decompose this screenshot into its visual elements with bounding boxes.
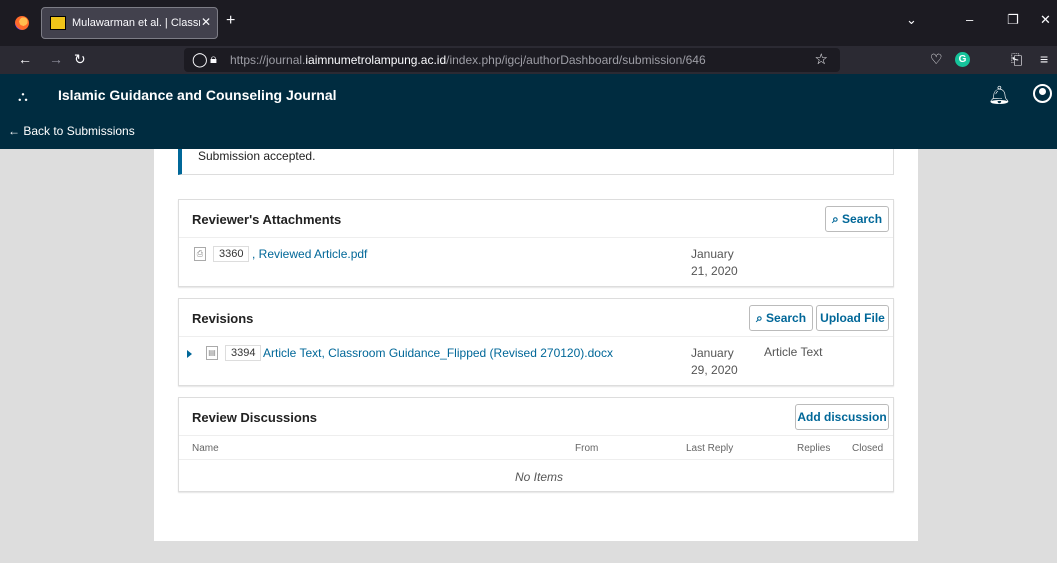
col-from: From (575, 443, 599, 454)
back-arrow-icon[interactable]: ← (18, 51, 32, 67)
expand-row-icon[interactable] (187, 350, 192, 358)
empty-message: No Items (515, 470, 564, 484)
file-link[interactable]: Article Text, Classroom Guidance_Flipped… (263, 346, 613, 360)
sitemap-icon[interactable]: ⛬ (18, 88, 28, 105)
tab-favicon-icon (50, 16, 66, 30)
file-id: 3360 (213, 246, 250, 262)
app-header: ⛬ Islamic Guidance and Counseling Journa… (0, 74, 1057, 149)
submission-status-notice: Submission accepted. (178, 149, 894, 175)
pocket-icon[interactable]: ♡ (930, 51, 943, 68)
tab-close-icon[interactable]: ✕ (201, 15, 211, 29)
col-closed: Closed (852, 443, 884, 454)
grid-title: Review Discussions (192, 410, 317, 425)
browser-tab[interactable]: Mulawarman et al. | Classroom ✕ (41, 7, 218, 39)
bookmark-star-icon[interactable]: ☆ (815, 50, 828, 68)
minimize-icon[interactable]: – (966, 12, 973, 27)
grid-title: Revisions (192, 311, 254, 326)
tracking-shield-icon[interactable]: ◯ (192, 51, 208, 68)
file-date: January 21, 2020 (691, 247, 738, 278)
back-to-submissions-link[interactable]: ← Back to Submissions (8, 124, 135, 138)
pdf-file-icon: ⎙ (194, 247, 206, 261)
tab-title: Mulawarman et al. | Classroom (72, 17, 200, 29)
browser-nav-bar: ← → ↻ ◯ 🔒︎ https://journal.iaimnumetrola… (0, 46, 1057, 74)
extensions-icon[interactable]: ⎗ (1011, 51, 1022, 68)
add-discussion-button[interactable]: Add discussion (795, 404, 889, 430)
grid-title: Reviewer's Attachments (192, 212, 342, 227)
col-last-reply: Last Reply (686, 443, 734, 454)
col-replies: Replies (797, 443, 831, 454)
menu-icon[interactable]: ≡ (1040, 51, 1048, 67)
docx-file-icon: ▤ (206, 346, 218, 360)
file-date: January 29, 2020 (691, 346, 738, 377)
journal-title[interactable]: Islamic Guidance and Counseling Journal (58, 87, 337, 103)
file-row: ⎙ 3360 , Reviewed Article.pdf January 21,… (179, 238, 893, 286)
grammarly-extension-icon[interactable]: G (955, 52, 970, 67)
url-text[interactable]: https://journal.iaimnumetrolampung.ac.id… (230, 53, 706, 67)
forward-arrow-icon[interactable]: → (49, 51, 63, 67)
user-profile-icon[interactable] (1033, 84, 1052, 103)
firefox-logo-icon[interactable] (15, 16, 29, 30)
revisions-grid: Revisions ⌕ Search Upload File ▤ 3394 Ar… (178, 298, 894, 386)
screen: Mulawarman et al. | Classroom ✕ + ⌄ – ❐ … (0, 0, 1057, 563)
file-link[interactable]: , Reviewed Article.pdf (252, 247, 367, 261)
reload-icon[interactable]: ↻ (74, 51, 86, 68)
column-header-row: Name From Last Reply Replies Closed (179, 436, 893, 460)
review-discussions-grid: Review Discussions Add discussion Name F… (178, 397, 894, 492)
search-button[interactable]: ⌕ Search (825, 206, 889, 232)
close-window-icon[interactable]: ✕ (1040, 12, 1051, 28)
col-name: Name (192, 443, 219, 454)
grid-header: Reviewer's Attachments ⌕ Search (179, 200, 893, 238)
notice-text: Submission accepted. (198, 149, 316, 163)
reviewer-attachments-grid: Reviewer's Attachments ⌕ Search ⎙ 3360 ,… (178, 199, 894, 287)
restore-icon[interactable]: ❐ (1007, 12, 1019, 28)
file-type: Article Text (764, 345, 823, 359)
search-button[interactable]: ⌕ Search (749, 305, 813, 331)
tab-list-chevron-icon[interactable]: ⌄ (906, 12, 917, 28)
url-bar[interactable]: ◯ 🔒︎ https://journal.iaimnumetrolampung.… (184, 48, 840, 72)
notification-bell-icon[interactable]: 🔔︎ (988, 85, 1011, 106)
new-tab-icon[interactable]: + (226, 12, 235, 30)
grid-header: Revisions ⌕ Search Upload File (179, 299, 893, 337)
file-row: ▤ 3394 Article Text, Classroom Guidance_… (179, 337, 893, 385)
lock-icon[interactable]: 🔒︎ (210, 51, 217, 67)
upload-file-button[interactable]: Upload File (816, 305, 889, 331)
file-id: 3394 (225, 345, 262, 361)
browser-tab-bar: Mulawarman et al. | Classroom ✕ + ⌄ – ❐ … (0, 0, 1057, 46)
grid-header: Review Discussions Add discussion (179, 398, 893, 436)
